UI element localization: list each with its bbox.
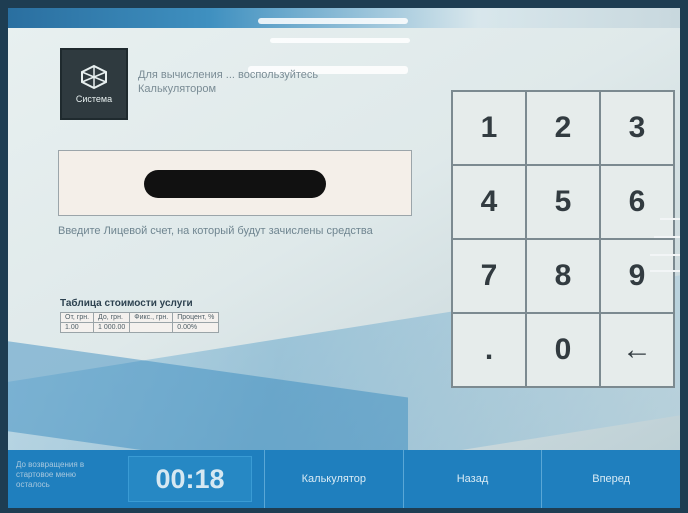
calculator-button[interactable]: Калькулятор xyxy=(264,450,403,508)
fee-cell: 1.00 xyxy=(59,322,95,333)
fee-column-header: До, грн. xyxy=(93,312,131,323)
fee-cell: 0.00% xyxy=(172,322,220,333)
countdown-timer: 00:18 xyxy=(128,456,252,502)
fee-column-header: Процент, % xyxy=(172,312,220,323)
key-decimal-point[interactable]: . xyxy=(453,314,525,386)
redacted-account-value xyxy=(144,170,326,198)
key-3[interactable]: 3 xyxy=(601,92,673,164)
key-5[interactable]: 5 xyxy=(527,166,599,238)
screen-reflection xyxy=(654,236,680,238)
terminal-screen: Система Для вычисления ... воспользуйтес… xyxy=(8,8,680,508)
account-input[interactable] xyxy=(58,150,412,216)
screen-reflection xyxy=(650,254,680,256)
screen-reflection xyxy=(660,218,680,220)
fee-column-header: От, грн. xyxy=(59,312,95,323)
key-7[interactable]: 7 xyxy=(453,240,525,312)
key-8[interactable]: 8 xyxy=(527,240,599,312)
fee-table-title: Таблица стоимости услуги xyxy=(60,298,193,309)
key-6[interactable]: 6 xyxy=(601,166,673,238)
numeric-keypad: 1 2 3 4 5 6 7 8 9 . 0 ← xyxy=(451,90,675,388)
sistema-logo: Система xyxy=(60,48,128,120)
key-2[interactable]: 2 xyxy=(527,92,599,164)
screen-glare xyxy=(270,38,410,43)
calculator-hint: Для вычисления ... воспользуйтесь Кальку… xyxy=(138,69,319,95)
next-button[interactable]: Вперед xyxy=(541,450,680,508)
fee-column-header: Фикс., грн. xyxy=(129,312,174,323)
fee-cell xyxy=(129,322,174,333)
bottom-navigation-bar: До возвращения в стартовое меню осталось… xyxy=(8,450,680,508)
key-4[interactable]: 4 xyxy=(453,166,525,238)
key-9[interactable]: 9 xyxy=(601,240,673,312)
logo-mark-icon xyxy=(81,64,107,90)
key-1[interactable]: 1 xyxy=(453,92,525,164)
back-button[interactable]: Назад xyxy=(402,450,542,508)
fee-table-header-row: От, грн. До, грн. Фикс., грн. Процент, % xyxy=(59,312,220,323)
screen-reflection xyxy=(650,270,680,272)
timeout-note: До возвращения в стартовое меню осталось xyxy=(16,460,85,489)
logo-text: Система xyxy=(75,94,113,104)
fee-cell: 1 000.00 xyxy=(93,322,131,333)
fee-table: От, грн. До, грн. Фикс., грн. Процент, %… xyxy=(59,312,220,333)
backspace-key[interactable]: ← xyxy=(601,314,673,386)
account-hint: Введите Лицевой счет, на который будут з… xyxy=(58,225,373,237)
key-0[interactable]: 0 xyxy=(527,314,599,386)
screen-glare xyxy=(258,18,408,24)
table-row: 1.00 1 000.00 0.00% xyxy=(59,322,220,333)
